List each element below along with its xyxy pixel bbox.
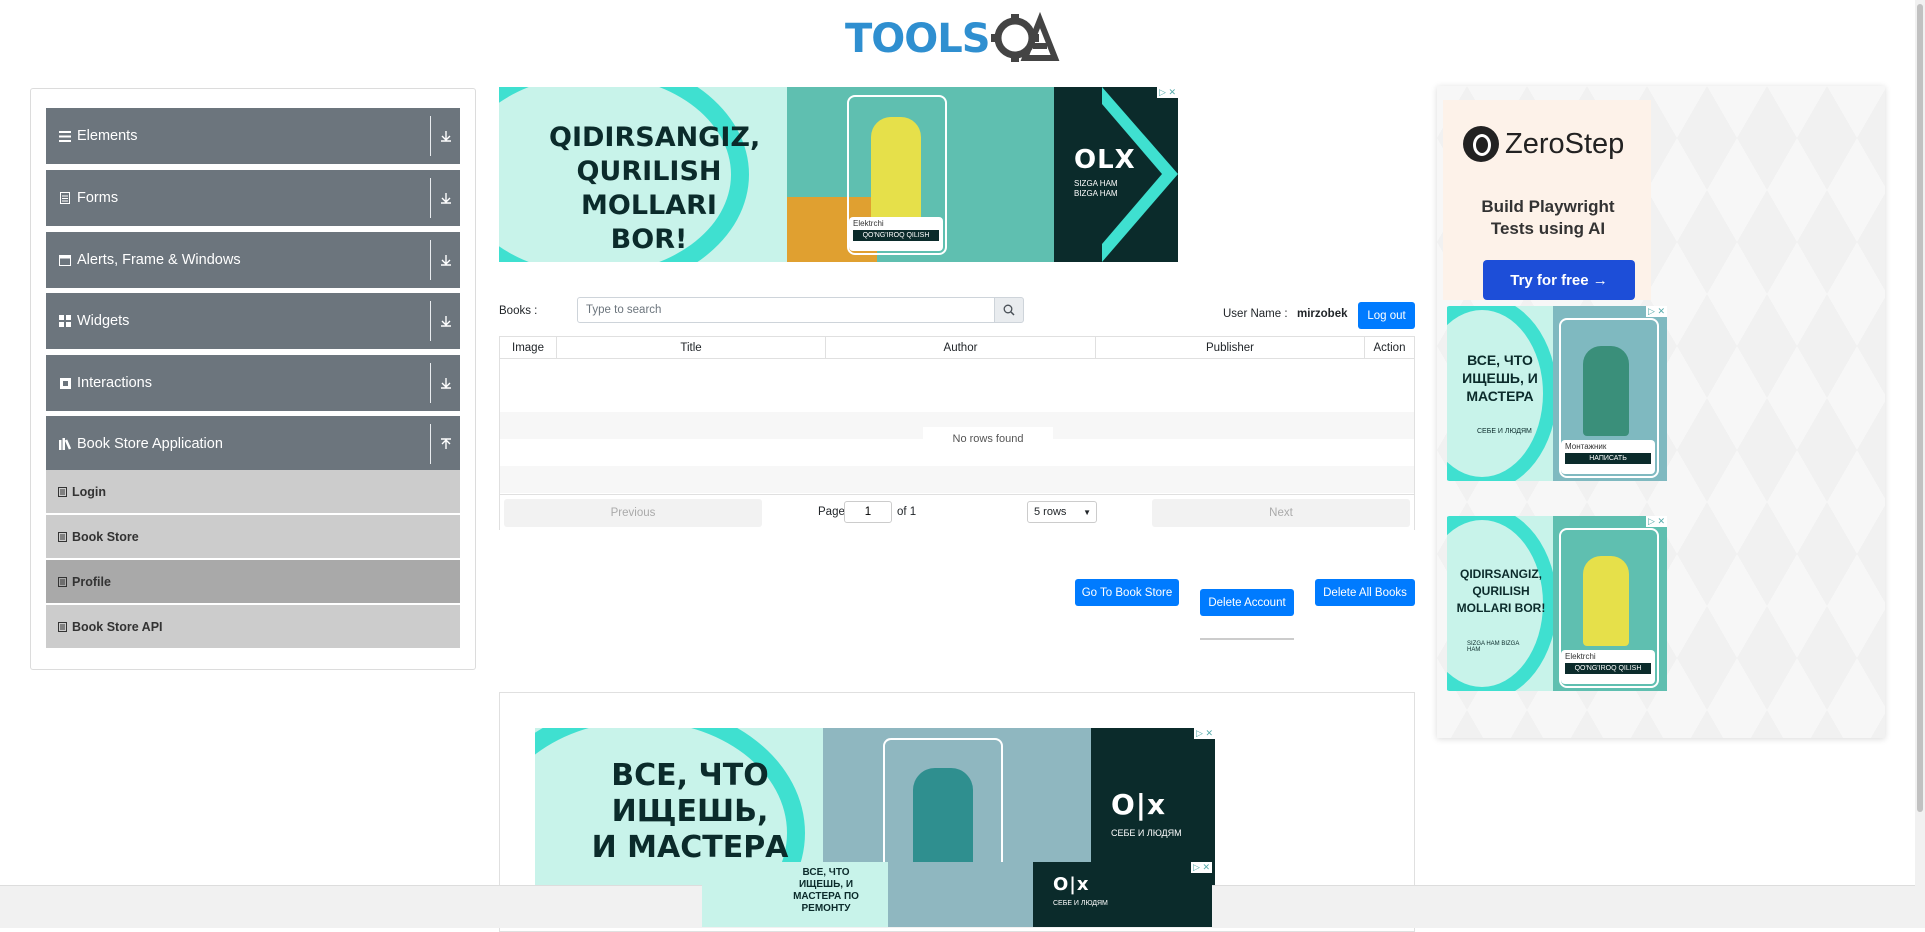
olx-logo: O|x <box>1111 788 1167 821</box>
search-button[interactable] <box>994 297 1024 323</box>
form-icon <box>58 191 72 205</box>
top-banner-ad[interactable]: QIDIRSANGIZ, QURILISH MOLLARI BOR! Elekt… <box>499 87 1178 262</box>
logo-text-tools: TOOLS <box>845 16 990 62</box>
ad-photo: Elektrchi QO'NG'IROQ QILISH <box>1553 516 1667 691</box>
page-number-input[interactable] <box>844 501 892 523</box>
grid-icon <box>58 314 72 328</box>
sticky-ad[interactable]: ВСЕ, ЧТО ИЩЕШЬ, И МАСТЕРА ПО РЕМОНТУ O|x… <box>702 862 1212 927</box>
ad-choices-icon[interactable]: ▷ ✕ <box>1191 862 1212 873</box>
expand-icon[interactable] <box>430 116 460 156</box>
olx-logo: O|x <box>1053 874 1090 895</box>
divider <box>1200 638 1294 640</box>
column-header-author[interactable]: Author <box>826 337 1096 359</box>
next-button[interactable]: Next <box>1152 499 1410 527</box>
ad-choices-icon[interactable]: ▷ ✕ <box>1646 306 1667 317</box>
zerostep-logo-icon <box>1463 126 1499 162</box>
table-row <box>500 466 1414 493</box>
table-row <box>500 359 1414 386</box>
library-icon <box>58 437 72 451</box>
logout-button[interactable]: Log out <box>1358 302 1415 329</box>
sidebar-group-forms[interactable]: Forms <box>46 170 460 226</box>
column-header-action[interactable]: Action <box>1365 337 1414 359</box>
sidebar-item-label: Profile <box>72 574 111 589</box>
delete-account-button[interactable]: Delete Account <box>1200 589 1294 616</box>
sidebar-item-label: Login <box>72 484 107 499</box>
olx-logo: OLX <box>1074 145 1136 175</box>
hamburger-icon <box>58 129 72 143</box>
left-sidebar: Elements Forms Alerts, Frame & Windows W… <box>30 88 476 670</box>
ad-choices-icon[interactable]: ▷ ✕ <box>1646 516 1667 527</box>
books-table: Image Title Author Publisher Action No r… <box>499 336 1415 531</box>
sidebar-item-book-store[interactable]: Book Store <box>46 515 460 558</box>
sidebar-group-label: Forms <box>77 190 119 206</box>
column-header-publisher[interactable]: Publisher <box>1096 337 1365 359</box>
books-label: Books : <box>499 305 538 317</box>
ad-headline: ВСЕ, ЧТО ИЩЕШЬ, И МАСТЕРА ПО РЕМОНТУ <box>793 867 859 914</box>
ad-choices-icon[interactable]: ▷ ✕ <box>1157 87 1178 98</box>
zerostep-headline: Build Playwright Tests using AI <box>1481 197 1615 238</box>
sidebar-item-label: Book Store <box>72 529 139 544</box>
sidebar-item-login[interactable]: Login <box>46 470 460 513</box>
search-icon <box>1003 304 1015 316</box>
sidebar-group-widgets[interactable]: Widgets <box>46 293 460 349</box>
collapse-icon[interactable] <box>430 424 460 464</box>
ad-headline: QIDIRSANGIZ, QURILISH MOLLARI BOR! <box>549 122 761 255</box>
try-for-free-button[interactable]: Try for free → <box>1483 260 1635 300</box>
sidebar-group-interactions[interactable]: Interactions <box>46 355 460 411</box>
username-label: User Name : <box>1223 308 1288 320</box>
column-header-image[interactable]: Image <box>500 337 557 359</box>
ad-brand-panel: OLX SIZGA HAM BIZGA HAM <box>1054 87 1178 262</box>
ad-headline: ВСЕ, ЧТО ИЩЕШЬ, И МАСТЕРА <box>1462 352 1538 404</box>
sidebar-group-book-store[interactable]: Book Store Application <box>46 416 460 472</box>
expand-icon[interactable] <box>430 178 460 218</box>
ad-brand-panel: O|x СЕБЕ И ЛЮДЯМ <box>1033 862 1212 927</box>
book-icon <box>58 621 67 632</box>
book-icon <box>58 531 67 542</box>
rows-per-page-value: 5 rows <box>1034 506 1067 518</box>
username-value: mirzobek <box>1297 308 1348 320</box>
sidebar-item-book-store-api[interactable]: Book Store API <box>46 605 460 648</box>
page-total: of 1 <box>897 506 917 518</box>
chevron-down-icon: ▼ <box>1083 507 1091 517</box>
right-uz-ad[interactable]: QIDIRSANGIZ, QURILISH MOLLARI BOR! SIZGA… <box>1447 516 1667 691</box>
no-rows-message: No rows found <box>923 427 1053 451</box>
sidebar-group-label: Interactions <box>77 375 152 391</box>
expand-icon[interactable] <box>430 363 460 403</box>
go-to-book-store-button[interactable]: Go To Book Store <box>1075 579 1179 606</box>
search-input[interactable] <box>577 297 995 323</box>
zerostep-brand: ZeroStep <box>1505 128 1625 160</box>
page-scrollbar[interactable] <box>1915 0 1925 927</box>
expand-icon[interactable] <box>430 301 460 341</box>
book-icon <box>58 486 67 497</box>
right-ru-ad[interactable]: ВСЕ, ЧТО ИЩЕШЬ, И МАСТЕРА СЕБЕ И ЛЮДЯМ М… <box>1447 306 1667 481</box>
sidebar-group-label: Elements <box>77 128 138 144</box>
window-icon <box>58 253 72 267</box>
zerostep-ad[interactable]: ZeroStep Build Playwright Tests using AI… <box>1443 100 1651 300</box>
ad-choices-icon[interactable]: ▷ ✕ <box>1194 728 1215 739</box>
page-label: Page <box>818 506 845 518</box>
right-ad-column: ZeroStep Build Playwright Tests using AI… <box>1437 86 1885 738</box>
ad-photo <box>888 862 1033 927</box>
delete-all-books-button[interactable]: Delete All Books <box>1315 579 1415 606</box>
sidebar-group-alerts[interactable]: Alerts, Frame & Windows <box>46 232 460 288</box>
expand-icon[interactable] <box>430 240 460 280</box>
ad-photo: Монтажник НАПИСАТЬ <box>1553 306 1667 481</box>
sidebar-group-elements[interactable]: Elements <box>46 108 460 164</box>
sidebar-group-label: Widgets <box>77 313 130 329</box>
toolsqa-logo[interactable]: TOOLS <box>845 8 1075 66</box>
previous-button[interactable]: Previous <box>504 499 762 527</box>
ad-headline: ВСЕ, ЧТО ИЩЕШЬ, И МАСТЕРА <box>591 758 789 865</box>
ad-headline: QIDIRSANGIZ, QURILISH MOLLARI BOR! <box>1456 567 1546 615</box>
sidebar-item-label: Book Store API <box>72 619 163 634</box>
scrollbar-thumb[interactable] <box>1917 4 1923 812</box>
book-icon <box>58 576 67 587</box>
column-header-title[interactable]: Title <box>557 337 826 359</box>
ad-photo: Elektrchi QO'NG'IROQ QILISH <box>787 87 1054 262</box>
rows-per-page-select[interactable]: 5 rows ▼ <box>1027 501 1097 523</box>
sidebar-item-profile[interactable]: Profile <box>46 560 460 603</box>
pagination: Previous Page of 1 5 rows ▼ Next <box>500 494 1414 531</box>
sidebar-group-label: Book Store Application <box>77 436 223 452</box>
interaction-icon <box>58 376 72 390</box>
sidebar-group-label: Alerts, Frame & Windows <box>77 252 241 268</box>
